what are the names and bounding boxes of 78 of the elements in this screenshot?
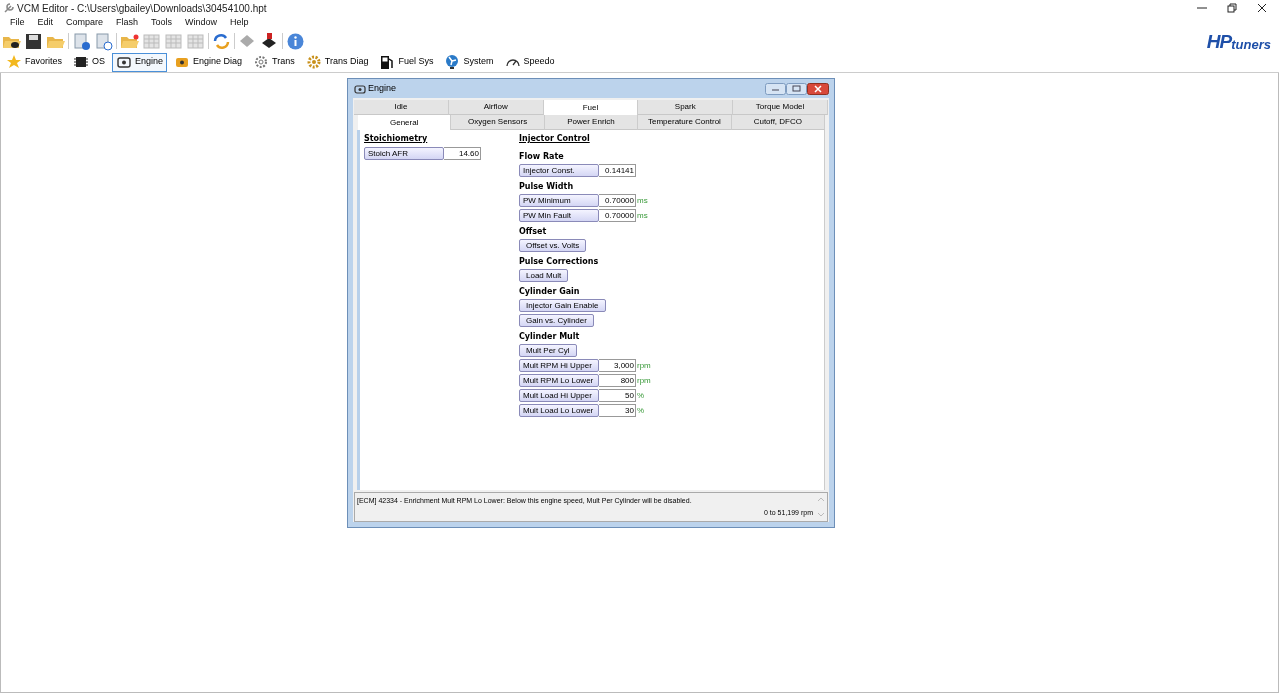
unit-label: % <box>637 404 645 417</box>
menu-item[interactable]: Compare <box>60 16 110 30</box>
parameter-button[interactable]: PW Minimum <box>519 194 599 207</box>
toolbar-tab[interactable]: System <box>440 52 498 72</box>
value-field[interactable]: 0.14141 <box>599 164 636 177</box>
unit-label: rpm <box>637 374 651 387</box>
section-heading: Cylinder Gain <box>519 286 581 298</box>
toolbar-tab[interactable]: Speedo <box>500 52 559 72</box>
section-heading: Pulse Width <box>519 181 575 193</box>
unit-label: rpm <box>637 359 651 372</box>
table-button[interactable]: Gain vs. Cylinder <box>519 314 594 327</box>
gear-icon <box>305 54 322 70</box>
fan-icon <box>444 54 461 70</box>
section-heading: Cylinder Mult <box>519 331 581 343</box>
section-heading: Injector Control <box>519 133 591 145</box>
section-heading: Stoichiometry <box>364 133 429 145</box>
toolbar-tab[interactable]: Engine <box>112 52 168 72</box>
parameter-button[interactable]: Stoich AFR <box>364 147 444 160</box>
menu-item[interactable]: Edit <box>31 16 60 30</box>
minimize-icon[interactable] <box>765 82 786 95</box>
unit-label: ms <box>637 209 648 222</box>
parameter-button[interactable]: Injector Const. <box>519 164 599 177</box>
parameter-button[interactable]: Mult Load Hi Upper <box>519 389 599 402</box>
logo-word: tuners <box>1231 37 1271 51</box>
info-icon[interactable] <box>286 31 305 51</box>
tab[interactable]: Spark <box>638 100 734 115</box>
logo-mark: HP <box>1206 31 1232 51</box>
tab[interactable]: Cutoff, DFCO <box>731 115 826 130</box>
value-field[interactable]: 0.70000 <box>599 209 636 222</box>
section-heading: Flow Rate <box>519 151 565 163</box>
star-icon <box>6 54 22 70</box>
tab[interactable]: General <box>358 115 452 130</box>
menu-item[interactable]: Window <box>179 16 224 30</box>
value-field[interactable]: 30 <box>599 404 636 417</box>
save-icon[interactable] <box>24 31 43 51</box>
menu-item[interactable]: Tools <box>145 16 179 30</box>
tab[interactable]: Fuel <box>543 100 639 115</box>
gear-icon <box>253 54 270 70</box>
engine-icon <box>116 54 133 70</box>
tab[interactable]: Airflow <box>448 100 544 115</box>
close-icon[interactable] <box>807 82 829 95</box>
table-button[interactable]: Offset vs. Volts <box>519 239 587 252</box>
toolbar-tab[interactable]: Engine Diag <box>170 52 247 72</box>
toolbar-tab[interactable]: Fuel Sys <box>375 52 438 72</box>
toolbar-tab[interactable]: Favorites <box>2 52 66 72</box>
table-button[interactable]: Injector Gain Enable <box>519 299 606 312</box>
engine-icon <box>354 83 366 94</box>
unit-label: ms <box>637 194 648 207</box>
tab[interactable]: Power Enrich <box>544 115 639 130</box>
tab[interactable]: Torque Model <box>733 100 828 115</box>
tab[interactable]: Temperature Control <box>638 115 732 130</box>
parameter-button[interactable]: Mult Load Lo Lower <box>519 404 599 417</box>
window-title: VCM Editor - C:\Users\gbailey\Downloads\30454100.hpt <box>17 1 267 16</box>
tab[interactable]: Oxygen Sensors <box>451 115 545 130</box>
sync-icon[interactable] <box>212 31 231 51</box>
menu-item[interactable]: Flash <box>110 16 145 30</box>
value-field[interactable]: 50 <box>599 389 636 402</box>
value-field[interactable]: 3,000 <box>599 359 636 372</box>
parameter-button[interactable]: Mult RPM Hi Upper <box>519 359 599 372</box>
table-button[interactable]: Load Mult <box>519 269 569 282</box>
fuel-pump-icon <box>379 54 396 70</box>
section-heading: Pulse Corrections <box>519 256 600 268</box>
section-heading: Offset <box>519 226 548 238</box>
value-field[interactable]: 0.70000 <box>599 194 636 207</box>
value-field[interactable]: 800 <box>599 374 636 387</box>
wrench-icon <box>3 2 15 14</box>
menu-item[interactable]: Help <box>224 16 255 30</box>
parameter-button[interactable]: PW Min Fault <box>519 209 599 222</box>
tab[interactable]: Idle <box>354 100 449 115</box>
toolbar-tab[interactable]: Trans Diag <box>301 52 373 72</box>
menu-item[interactable]: File <box>4 16 31 30</box>
value-field[interactable]: 14.60 <box>444 147 481 160</box>
toolbar-tab[interactable]: OS <box>69 52 110 72</box>
editor-title: Engine <box>368 81 397 95</box>
parameter-button[interactable]: Mult RPM Lo Lower <box>519 374 599 387</box>
unit-label: % <box>637 389 645 402</box>
toolbar-tab[interactable]: Trans <box>249 52 299 72</box>
table-button[interactable]: Mult Per Cyl <box>519 344 577 357</box>
